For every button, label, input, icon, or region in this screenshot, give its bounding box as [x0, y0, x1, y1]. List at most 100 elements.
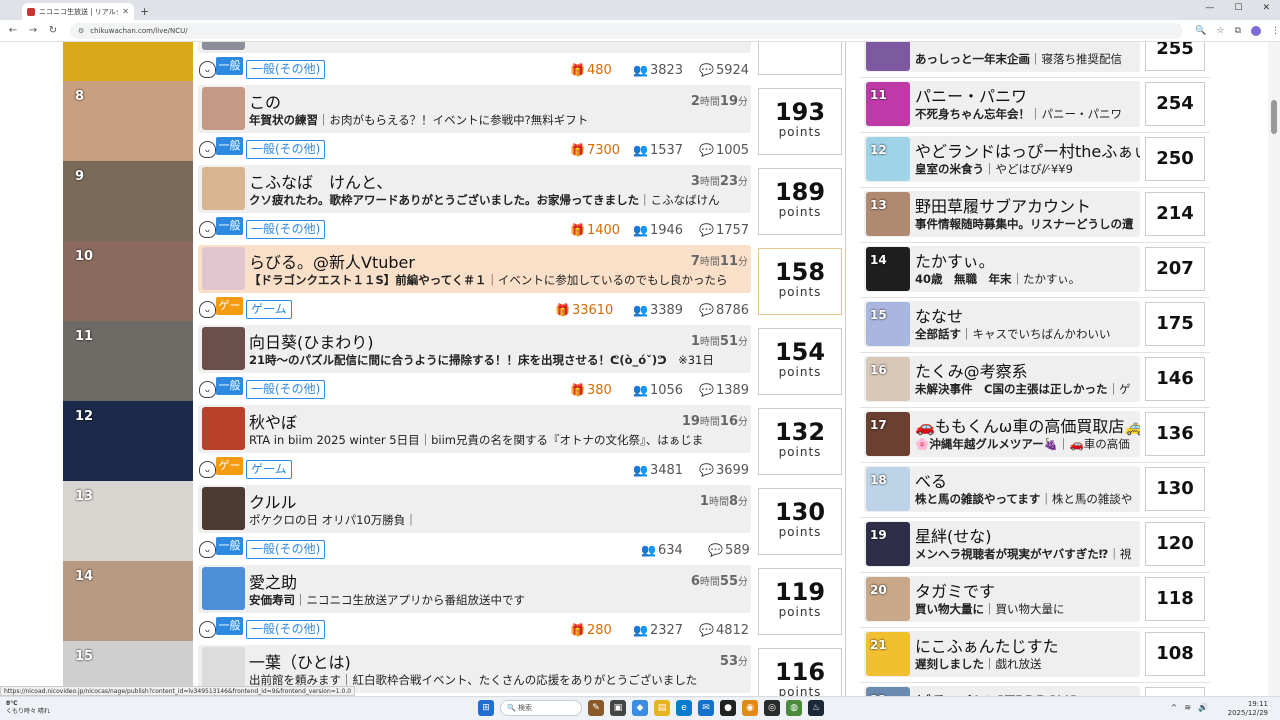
side-ranking-row[interactable]: あっしっと一年末企画｜寝落ち推奨配信 255 — [860, 42, 1210, 77]
side-streamer-name[interactable]: べる — [915, 468, 1140, 492]
ranking-row[interactable]: 10 らびる。@新人Vtuber 【ドラゴンクエスト１１S】前編やってく＃１｜イベン… — [63, 241, 846, 330]
maximize-icon[interactable]: ☐ — [1234, 3, 1242, 13]
streamer-name[interactable]: 秋やぼ — [249, 409, 297, 433]
steam-icon[interactable]: ♨ — [808, 700, 824, 716]
side-streamer-name[interactable]: パニー・パニワ — [915, 83, 1140, 107]
side-ranking-row[interactable]: 11 パニー・パニワ 不死身ちゃん忘年会！｜パニー・パニワ 254 — [860, 77, 1210, 132]
url-field[interactable]: ⚙ chikuwachan.com/live/NCU/ — [69, 22, 1184, 39]
tray-chevron-icon[interactable]: ^ — [1171, 703, 1178, 712]
side-streamer-name[interactable]: 🚗ももくんω車の高価買取店🚕 — [915, 413, 1140, 437]
side-stream-title[interactable]: 40歳 無職 年末｜たかすぃ。 — [915, 271, 1140, 287]
side-streamer-name[interactable]: 星絆(せな) — [915, 523, 1140, 547]
weather-widget[interactable]: 8°C くもり時々 晴れ — [6, 700, 50, 716]
app-icon-4[interactable]: ◎ — [764, 700, 780, 716]
bookmark-star-icon[interactable]: ☆ — [1217, 26, 1225, 36]
streamer-avatar[interactable] — [202, 167, 245, 210]
ranking-row[interactable]: 11 向日葵(ひまわり) 21時〜のパズル配信に間に合うように掃除する！！床を出現さ… — [63, 321, 846, 401]
category-tag[interactable]: 一般(その他) — [246, 540, 326, 559]
stream-title[interactable]: 21時〜のパズル配信に間に合うように掃除する！！床を出現させる！ᕦ(ò_óˇ)ᕤ… — [249, 352, 749, 368]
ranking-row[interactable]: 8 この 年賀状の練習｜お肉がもらえる？！イベントに参戦中?無料ギフト 2時間19分 ᴗ… — [63, 81, 846, 161]
side-stream-title[interactable]: 全部話す｜キャスでいちばんかわいい — [915, 326, 1140, 342]
category-tag[interactable]: 一般(その他) — [246, 140, 326, 159]
minimize-icon[interactable]: — — [1205, 3, 1214, 13]
side-stream-title[interactable]: 事件情報随時募集中。リスナーどうしの遭 — [915, 216, 1140, 232]
side-stream-title[interactable]: 未解決事件 C国の主張は正しかった｜ゲ — [915, 381, 1140, 397]
outlook-icon[interactable]: ✉ — [698, 700, 714, 716]
side-stream-title[interactable]: 皇室の米食う｜やどはぴ/⁄·¥¥9 — [915, 161, 1140, 177]
reload-icon[interactable]: ↻ — [46, 25, 60, 36]
task-view-icon[interactable]: ▣ — [610, 700, 626, 716]
copilot-icon[interactable]: ◆ — [632, 700, 648, 716]
stream-title[interactable]: クソ疲れたわ。歌枠アワードありがとうございました。お家帰ってきました｜こふなばけ… — [249, 192, 749, 208]
close-tab-icon[interactable]: ✕ — [122, 7, 129, 16]
stream-thumbnail[interactable] — [63, 42, 193, 81]
streamer-name[interactable]: 愛之助 — [249, 569, 297, 593]
streamer-name[interactable]: クルル — [249, 489, 297, 513]
side-stream-title[interactable]: 株と馬の雑談やってます｜株と馬の雑談や — [915, 491, 1140, 507]
streamer-avatar[interactable] — [202, 567, 245, 610]
category-tag[interactable]: ゲーム — [246, 460, 292, 479]
side-streamer-name[interactable]: たかすぃ。 — [915, 248, 1140, 272]
side-streamer-name[interactable]: たくみ@考察系 — [915, 358, 1140, 382]
stream-title[interactable]: ポケクロの日 オリパ10万勝負｜ — [249, 512, 749, 528]
zoom-icon[interactable]: 🔍 — [1195, 26, 1206, 36]
file-explorer-icon[interactable]: ▤ — [654, 700, 670, 716]
side-streamer-name[interactable]: にこふぁんたじすた — [915, 633, 1140, 657]
windows-start-icon[interactable]: ⊞ — [478, 700, 494, 716]
streamer-avatar[interactable] — [202, 87, 245, 130]
streamer-avatar[interactable] — [202, 647, 245, 690]
forward-icon[interactable]: → — [26, 25, 40, 36]
streamer-avatar[interactable] — [202, 407, 245, 450]
browser-tab[interactable]: ニコニコ生放送 | リアルタイムランキ ✕ — [22, 3, 134, 20]
side-ranking-row[interactable]: 16 たくみ@考察系 未解決事件 C国の主張は正しかった｜ゲ 146 — [860, 352, 1210, 407]
category-tag[interactable]: 一般(その他) — [246, 620, 326, 639]
ranking-row[interactable]: 14 愛之助 安価寿司｜ニコニコ生放送アプリから番組放送中です 6時間55分 ᴗ 一般 一般… — [63, 561, 846, 641]
side-stream-title[interactable]: メンヘラ視聴者が現実がヤバすぎた⁉｜視 — [915, 546, 1140, 562]
app-icon-2[interactable]: ● — [720, 700, 736, 716]
stream-title[interactable]: 年賀状の練習｜お肉がもらえる？！イベントに参戦中?無料ギフト — [249, 112, 749, 128]
streamer-name[interactable]: この — [249, 89, 281, 113]
side-streamer-name[interactable]: どろっぷ@STPRBOYS — [915, 688, 1140, 696]
side-stream-title[interactable]: あっしっと一年末企画｜寝落ち推奨配信 — [915, 51, 1140, 67]
category-tag[interactable]: ゲーム — [246, 300, 292, 319]
ranking-row[interactable]: 9 こふなば けんと、 クソ疲れたわ。歌枠アワードありがとうございました。お家帰って… — [63, 161, 846, 241]
app-icon-3[interactable]: ◉ — [742, 700, 758, 716]
volume-icon[interactable]: 🔊 — [1198, 703, 1208, 712]
streamer-name[interactable]: 一葉（ひとは) — [249, 649, 351, 673]
side-ranking-row[interactable]: 19 星絆(せな) メンヘラ視聴者が現実がヤバすぎた⁉｜視 120 — [860, 517, 1210, 572]
stream-title[interactable]: 安価寿司｜ニコニコ生放送アプリから番組放送中です — [249, 592, 749, 608]
side-streamer-name[interactable]: ななせ — [915, 303, 1140, 327]
edge-icon[interactable]: e — [676, 700, 692, 716]
side-ranking-row[interactable]: 20 タガミです 買い物大量に｜買い物大量に 118 — [860, 572, 1210, 627]
side-streamer-name[interactable]: やどランドはっぴー村theふぁぃ — [915, 138, 1140, 162]
side-streamer-name[interactable]: 野田草履サブアカウント — [915, 193, 1140, 217]
wifi-icon[interactable]: ≋ — [1184, 703, 1191, 712]
side-stream-title[interactable]: 買い物大量に｜買い物大量に — [915, 601, 1140, 617]
side-ranking-row[interactable]: 14 たかすぃ。 40歳 無職 年末｜たかすぃ。 207 — [860, 242, 1210, 297]
side-ranking-row[interactable]: 17 🚗ももくんω車の高価買取店🚕 🌸沖縄年越グルメツアー🍇｜🚗車の高価 136 — [860, 407, 1210, 462]
profile-avatar[interactable] — [1251, 25, 1262, 36]
site-info-icon[interactable]: ⚙ — [78, 27, 84, 35]
menu-icon[interactable]: ⋮ — [1271, 26, 1280, 36]
side-streamer-name[interactable]: タガミです — [915, 578, 1140, 602]
streamer-avatar[interactable] — [202, 42, 245, 50]
stream-title[interactable]: 【ドラゴンクエスト１１S】前編やってく＃１｜イベントに参加しているのでもし良かっ… — [249, 272, 749, 288]
side-ranking-row[interactable]: 12 やどランドはっぴー村theふぁぃ 皇室の米食う｜やどはぴ/⁄·¥¥9 250 — [860, 132, 1210, 187]
side-ranking-row[interactable]: 13 野田草履サブアカウント 事件情報随時募集中。リスナーどうしの遭 214 — [860, 187, 1210, 242]
side-ranking-row[interactable]: 21 にこふぁんたじすた 遅刻しました｜戯れ放送 108 — [860, 627, 1210, 682]
side-stream-title[interactable]: 遅刻しました｜戯れ放送 — [915, 656, 1140, 672]
streamer-avatar[interactable] — [202, 487, 245, 530]
scrollbar-thumb[interactable] — [1271, 100, 1277, 134]
page-scrollbar[interactable] — [1268, 42, 1280, 696]
side-ranking-row[interactable]: 15 ななせ 全部話す｜キャスでいちばんかわいい 175 — [860, 297, 1210, 352]
side-ranking-row[interactable]: 22どろっぷ@STPRBOYS — [860, 682, 1210, 696]
category-tag[interactable]: 一般(その他) — [246, 380, 326, 399]
side-stream-title[interactable]: 🌸沖縄年越グルメツアー🍇｜🚗車の高価 — [915, 436, 1140, 452]
category-tag[interactable]: 一般(その他) — [246, 220, 326, 239]
new-tab-icon[interactable]: + — [140, 3, 149, 20]
ranking-row[interactable]: 分ᴗ一般一般(その他)🎁480👥3823💬5924points — [63, 42, 846, 81]
side-streamer-avatar[interactable] — [866, 42, 910, 71]
side-ranking-row[interactable]: 18 べる 株と馬の雑談やってます｜株と馬の雑談や 130 — [860, 462, 1210, 517]
taskbar-search[interactable]: 🔍 検索 — [500, 700, 582, 716]
ranking-row[interactable]: 13 クルル ポケクロの日 オリパ10万勝負｜ 1時間8分 ᴗ 一般 一般(その他) 👥 634… — [63, 481, 846, 561]
